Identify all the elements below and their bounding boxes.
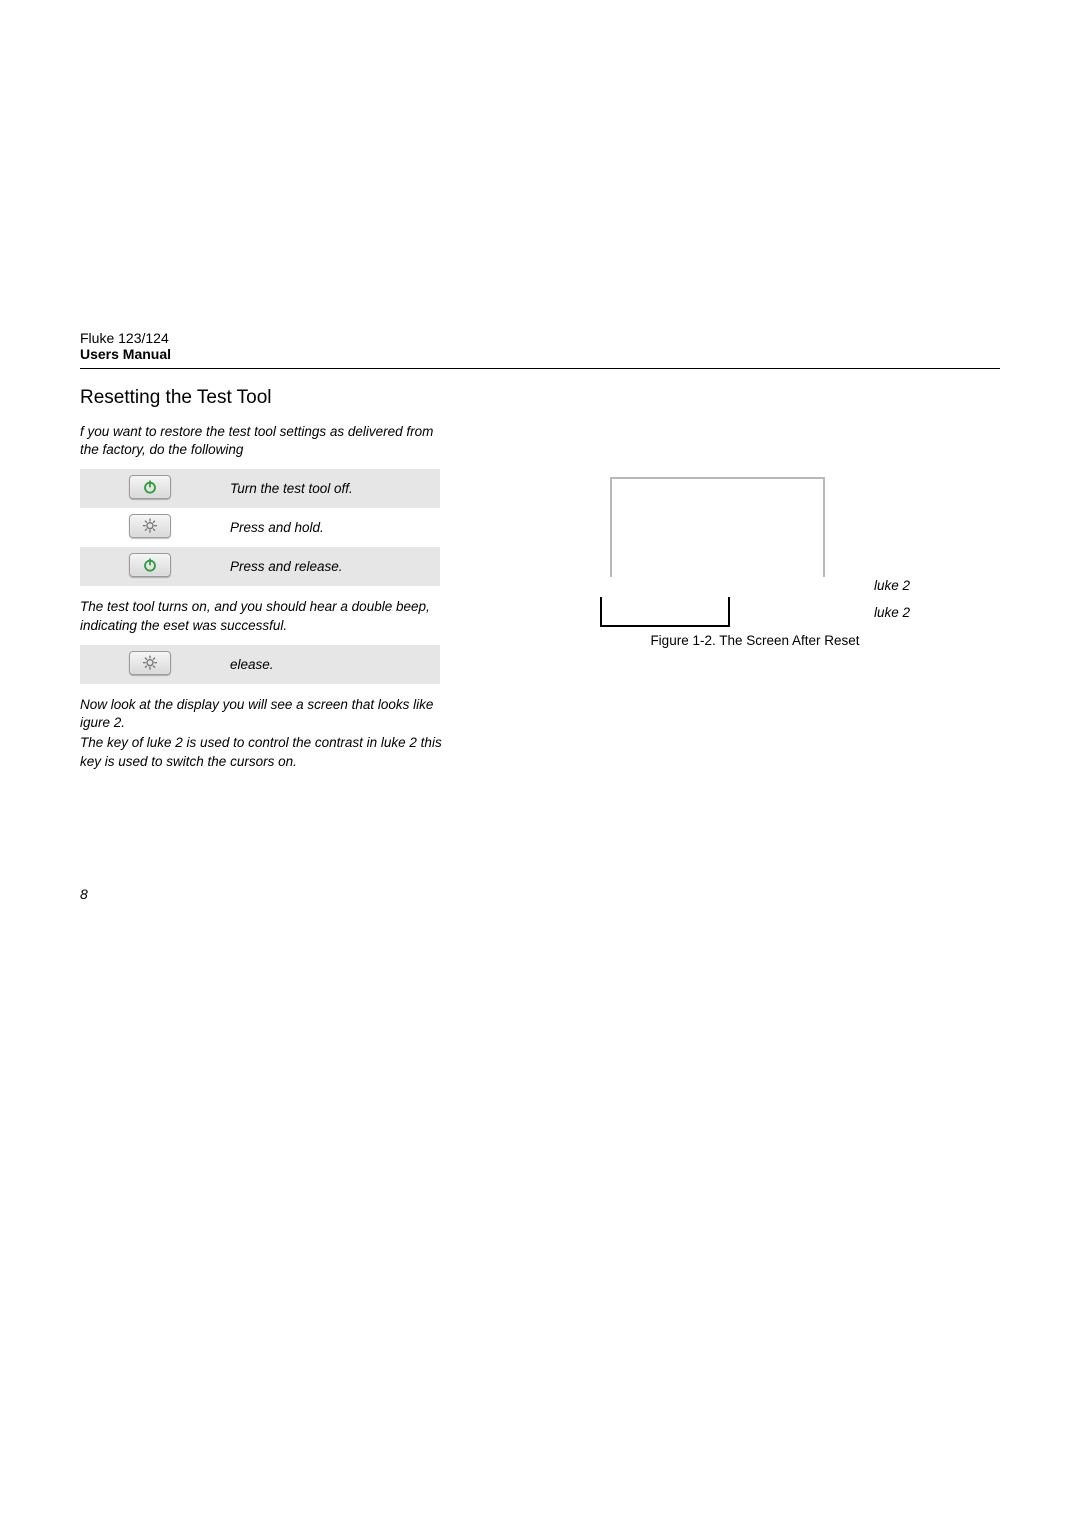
- left-column: Resetting the Test Tool f you want to re…: [80, 387, 450, 781]
- brightness-key-icon: [129, 651, 171, 675]
- table-row: Press and release.: [80, 547, 440, 586]
- after-paragraph-2: The key of luke 2 is used to control the…: [80, 734, 450, 770]
- table-row: Press and hold.: [80, 508, 440, 547]
- after-paragraph-1: Now look at the display you will see a s…: [80, 696, 450, 732]
- section-heading: Resetting the Test Tool: [80, 387, 450, 409]
- page-number: 8: [80, 886, 88, 902]
- figure-screen-after-reset: luke 2 luke 2 Figure 1-2. The Screen Aft…: [510, 477, 1000, 648]
- table-row: elease.: [80, 645, 440, 684]
- figure-label-mid: luke 2: [874, 578, 910, 593]
- power-key-icon: [129, 475, 171, 499]
- mid-paragraph: The test tool turns on, and you should h…: [80, 598, 450, 634]
- header-product: Fluke 123/124: [80, 330, 1000, 346]
- header-title: Users Manual: [80, 346, 1000, 362]
- running-header: Fluke 123/124 Users Manual: [80, 330, 1000, 362]
- step-text: Turn the test tool off.: [220, 469, 440, 508]
- figure-caption: Figure 1-2. The Screen After Reset: [510, 633, 1000, 648]
- intro-paragraph: f you want to restore the test tool sett…: [80, 423, 450, 459]
- steps-table: elease.: [80, 645, 440, 684]
- right-column: luke 2 luke 2 Figure 1-2. The Screen Aft…: [510, 387, 1000, 781]
- step-text: Press and hold.: [220, 508, 440, 547]
- step-text: Press and release.: [220, 547, 440, 586]
- power-key-icon: [129, 553, 171, 577]
- screen-placeholder-bottom: [600, 597, 730, 627]
- brightness-key-icon: [129, 514, 171, 538]
- header-rule: [80, 368, 1000, 369]
- steps-table: Turn the test tool off.: [80, 469, 440, 586]
- screen-placeholder-top: [610, 477, 825, 577]
- table-row: Turn the test tool off.: [80, 469, 440, 508]
- step-text: elease.: [220, 645, 440, 684]
- figure-label-bottom: luke 2: [874, 605, 910, 620]
